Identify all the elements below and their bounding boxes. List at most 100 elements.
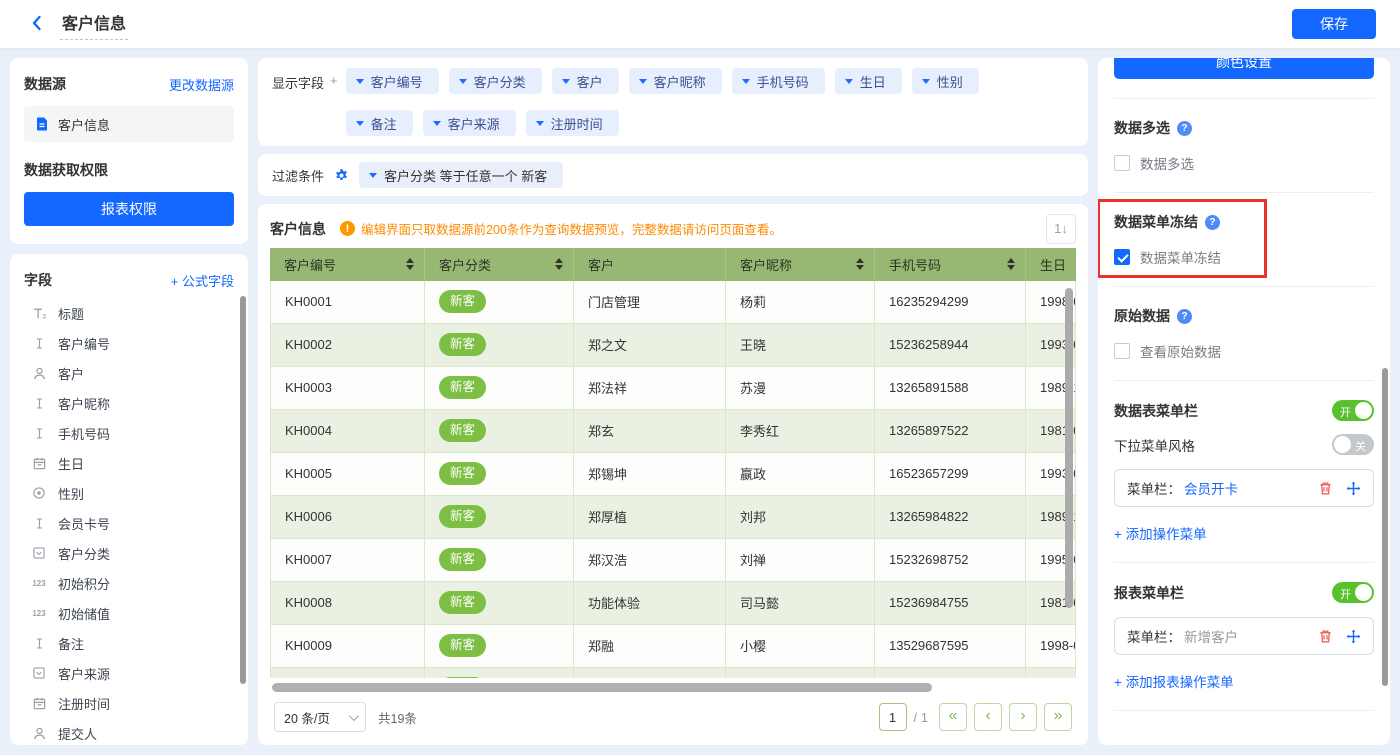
display-field-chip[interactable]: 性别 bbox=[912, 68, 979, 94]
sort-arrows-icon[interactable] bbox=[555, 258, 563, 270]
chip-label: 生日 bbox=[860, 72, 886, 91]
help-icon[interactable]: ? bbox=[1205, 215, 1220, 230]
column-label: 客户编号 bbox=[284, 255, 336, 274]
field-item[interactable]: 生日 bbox=[24, 448, 234, 478]
display-field-chip[interactable]: 生日 bbox=[835, 68, 902, 94]
field-item[interactable]: 会员卡号 bbox=[24, 508, 234, 538]
table-header-cell[interactable]: 生日 bbox=[1026, 248, 1076, 281]
sort-arrows-icon[interactable] bbox=[1007, 258, 1015, 270]
prev-page-button[interactable]: ‹ bbox=[974, 703, 1002, 731]
table-vertical-scrollbar[interactable] bbox=[1065, 288, 1073, 608]
cell-nickname: 杨莉 bbox=[726, 281, 875, 323]
category-badge: 新客 bbox=[439, 548, 486, 571]
back-chevron-icon bbox=[28, 14, 46, 35]
table-header-cell[interactable]: 客户 bbox=[574, 248, 726, 281]
fields-scrollbar[interactable] bbox=[240, 296, 246, 684]
add-display-field-button[interactable]: + bbox=[330, 73, 338, 92]
save-button[interactable]: 保存 bbox=[1292, 9, 1376, 39]
field-item[interactable]: 123 初始储值 bbox=[24, 598, 234, 628]
display-field-chip[interactable]: 客户分类 bbox=[449, 68, 542, 94]
multi-select-checkbox[interactable] bbox=[1114, 155, 1130, 171]
field-label: 备注 bbox=[58, 634, 84, 653]
warning-icon: ! bbox=[340, 221, 355, 236]
table-header-cell[interactable]: 客户昵称 bbox=[726, 248, 875, 281]
display-field-chip[interactable]: 注册时间 bbox=[526, 110, 619, 136]
field-item[interactable]: 手机号码 bbox=[24, 418, 234, 448]
fields-title: 字段 bbox=[24, 270, 52, 290]
settings-scrollbar[interactable] bbox=[1382, 368, 1388, 686]
sort-order-button[interactable]: 1↓ bbox=[1046, 214, 1076, 244]
table-row: KH0005 新客 郑锡坤 嬴政 16523657299 1993-08 bbox=[270, 453, 1076, 496]
add-action-menu-link[interactable]: + 添加操作菜单 bbox=[1114, 523, 1207, 543]
last-page-button[interactable]: » bbox=[1044, 703, 1072, 731]
menu-item-row[interactable]: 菜单栏： 会员开卡 bbox=[1114, 469, 1374, 507]
add-report-action-menu-link[interactable]: + 添加报表操作菜单 bbox=[1114, 671, 1234, 691]
field-item[interactable]: 注册时间 bbox=[24, 688, 234, 718]
display-field-chip[interactable]: 客户编号 bbox=[346, 68, 439, 94]
display-field-chip[interactable]: 备注 bbox=[346, 110, 413, 136]
display-field-chip[interactable]: 客户来源 bbox=[423, 110, 516, 136]
help-icon[interactable]: ? bbox=[1177, 309, 1192, 324]
back-button[interactable] bbox=[24, 11, 50, 37]
field-item[interactable]: 客户昵称 bbox=[24, 388, 234, 418]
raw-data-checkbox[interactable] bbox=[1114, 343, 1130, 359]
move-icon[interactable] bbox=[1346, 629, 1361, 644]
delete-icon[interactable] bbox=[1318, 481, 1333, 496]
table-header-cell[interactable]: 客户编号 bbox=[270, 248, 425, 281]
table-horizontal-scrollbar[interactable] bbox=[272, 683, 932, 692]
report-permission-button[interactable]: 报表权限 bbox=[24, 192, 234, 226]
page-size-select[interactable]: 20 条/页 bbox=[274, 702, 366, 732]
field-label: 性别 bbox=[58, 484, 84, 503]
field-item[interactable]: 性别 bbox=[24, 478, 234, 508]
field-item[interactable]: 客户分类 bbox=[24, 538, 234, 568]
next-page-button[interactable]: › bbox=[1009, 703, 1037, 731]
cell-category: 新客 bbox=[425, 625, 574, 667]
current-page-input[interactable]: 1 bbox=[879, 703, 907, 731]
menu-item-prefix: 菜单栏： bbox=[1127, 626, 1181, 646]
field-item[interactable]: 客户来源 bbox=[24, 658, 234, 688]
report-menu-toggle[interactable]: 开 bbox=[1332, 582, 1374, 603]
cell-category: 新客 bbox=[425, 582, 574, 624]
filter-gear-icon[interactable] bbox=[334, 168, 349, 183]
field-item[interactable]: 123 初始积分 bbox=[24, 568, 234, 598]
color-settings-button[interactable]: 颜色设置 bbox=[1114, 58, 1374, 79]
field-label: 注册时间 bbox=[58, 694, 110, 713]
change-datasource-link[interactable]: 更改数据源 bbox=[169, 75, 234, 94]
chevron-down-icon bbox=[639, 79, 647, 84]
delete-icon[interactable] bbox=[1318, 629, 1333, 644]
filter-condition-chip[interactable]: 客户分类 等于任意一个 新客 bbox=[359, 162, 563, 188]
menu-item-row[interactable]: 菜单栏： 新增客户 bbox=[1114, 617, 1374, 655]
cell-phone: 15232698752 bbox=[875, 539, 1026, 581]
table-menu-toggle[interactable]: 开 bbox=[1332, 400, 1374, 421]
dropdown-style-toggle[interactable]: 关 bbox=[1332, 434, 1374, 455]
field-item[interactable]: 备注 bbox=[24, 628, 234, 658]
category-badge: 新客 bbox=[439, 634, 486, 657]
chevron-down-icon bbox=[922, 79, 930, 84]
field-item[interactable]: 标题 bbox=[24, 298, 234, 328]
display-field-chip[interactable]: 客户昵称 bbox=[629, 68, 722, 94]
display-field-chip[interactable]: 手机号码 bbox=[732, 68, 825, 94]
first-page-button[interactable]: « bbox=[939, 703, 967, 731]
field-item[interactable]: 客户 bbox=[24, 358, 234, 388]
table-body: KH0001 新客 门店管理 杨莉 16235294299 1998-05 KH… bbox=[270, 281, 1076, 678]
raw-data-title: 原始数据 bbox=[1114, 306, 1170, 326]
datasource-item[interactable]: 客户信息 bbox=[24, 106, 234, 142]
chip-label: 客户分类 bbox=[474, 72, 526, 91]
chevron-down-icon bbox=[845, 79, 853, 84]
cell-phone: 13265891588 bbox=[875, 367, 1026, 409]
help-icon[interactable]: ? bbox=[1177, 121, 1192, 136]
menu-freeze-checkbox[interactable] bbox=[1114, 249, 1130, 265]
field-label: 提交人 bbox=[58, 724, 97, 743]
display-field-chip[interactable]: 客户 bbox=[552, 68, 619, 94]
notice-text: 编辑界面只取数据源前200条作为查询数据预览，完整数据请访问页面查看。 bbox=[361, 219, 782, 238]
sort-arrows-icon[interactable] bbox=[406, 258, 414, 270]
table-header-cell[interactable]: 手机号码 bbox=[875, 248, 1026, 281]
field-item[interactable]: 提交人 bbox=[24, 718, 234, 745]
move-icon[interactable] bbox=[1346, 481, 1361, 496]
field-item[interactable]: 客户编号 bbox=[24, 328, 234, 358]
page-title-wrap[interactable]: 客户信息 bbox=[60, 8, 128, 40]
sort-arrows-icon[interactable] bbox=[856, 258, 864, 270]
menu-item-value[interactable]: 会员开卡 bbox=[1184, 478, 1238, 498]
formula-field-link[interactable]: + 公式字段 bbox=[171, 271, 234, 290]
table-header-cell[interactable]: 客户分类 bbox=[425, 248, 574, 281]
